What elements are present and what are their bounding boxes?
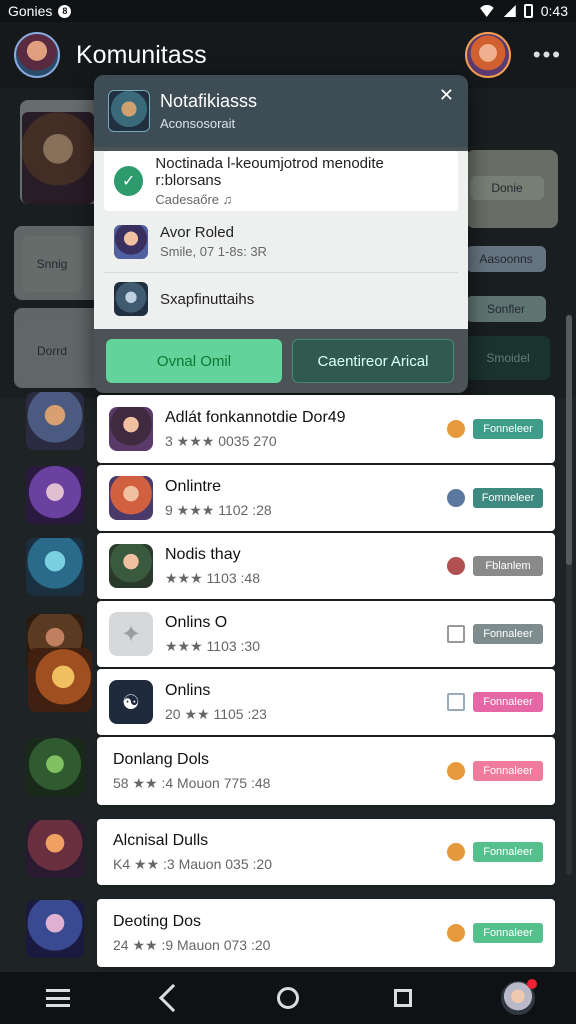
action-badge[interactable]: Fonneleer xyxy=(473,419,543,439)
item-name: Nodis thay xyxy=(165,545,241,563)
item-name: Adlát fonkannotdie Dor49 xyxy=(165,408,346,426)
list-item[interactable]: ✦ Onlins O ★★★ 1103 :30 Fonnaleer xyxy=(97,601,555,667)
list-item[interactable]: Adlát fonkannotdie Dor49 3 ★★★ 0035 270 … xyxy=(97,395,555,463)
community-avatar[interactable] xyxy=(464,32,511,78)
back-icon xyxy=(158,983,187,1013)
thumbnail[interactable] xyxy=(26,466,84,524)
list-item[interactable]: Deoting Dos 24 ★★ :9 Mauon 073 :20 Fonna… xyxy=(97,899,555,967)
item-meta: 9 ★★★ 1102 :28 xyxy=(165,501,272,518)
home-button[interactable] xyxy=(270,980,306,1016)
navigation-bar xyxy=(0,972,576,1024)
notification-header: Notafikiasss Aconsosorait ✕ xyxy=(94,75,468,147)
item-name: Alcnisal Dulls xyxy=(113,831,209,849)
menu-button[interactable] xyxy=(40,980,76,1016)
scrollbar[interactable] xyxy=(566,315,572,875)
list-item[interactable]: Donlang Dols 58 ★★ :4 Mouon 775 :48 Fonn… xyxy=(97,737,555,805)
page-title: Komunitass xyxy=(76,40,207,69)
status-icon xyxy=(447,924,465,942)
item-meta: 20 ★★ 1105 :23 xyxy=(165,705,267,722)
item-icon xyxy=(109,544,153,588)
notification-item-text: Sxapfinuttaihs xyxy=(160,290,255,308)
notification-actions: Ovnal Omil Caentireor Arical xyxy=(94,329,468,393)
notification-title: Notafikiasss xyxy=(160,91,258,111)
status-icon xyxy=(447,843,465,861)
thumbnail[interactable] xyxy=(26,392,84,450)
item-name: Onlins xyxy=(165,681,211,699)
notification-count-badge: 8 xyxy=(58,4,72,18)
list-item[interactable]: ☯ Onlins 20 ★★ 1105 :23 Fonnaleer xyxy=(97,669,555,735)
mail-icon xyxy=(447,625,465,643)
profile-button[interactable] xyxy=(500,979,538,1016)
user-avatar xyxy=(114,282,148,316)
thumbnail[interactable] xyxy=(26,820,84,878)
thumbnail[interactable] xyxy=(26,538,84,596)
recent-apps-button[interactable] xyxy=(385,980,421,1016)
primary-action-button[interactable]: Ovnal Omil xyxy=(106,339,282,383)
list-item[interactable]: Nodis thay ★★★ 1103 :48 Fblanlem xyxy=(97,533,555,599)
avatar xyxy=(501,979,538,1015)
thumbnail[interactable] xyxy=(26,900,84,958)
clock: 0:43 xyxy=(540,3,568,19)
notification-item[interactable]: ✓ Noctinada l-keoumjotrod menodite r:blo… xyxy=(104,151,458,211)
status-icon xyxy=(447,762,465,780)
item-name: Onlintre xyxy=(165,477,222,495)
thumbnail[interactable] xyxy=(26,738,84,796)
thumbnail[interactable] xyxy=(28,648,92,712)
recent-apps-icon xyxy=(394,989,413,1007)
notification-subtitle: Aconsosorait xyxy=(160,116,236,131)
status-icon xyxy=(447,557,465,575)
action-badge[interactable]: Fonnaleer xyxy=(473,624,543,644)
menu-icon xyxy=(45,989,70,1007)
wifi-icon xyxy=(477,5,496,17)
item-icon xyxy=(109,407,153,451)
action-badge[interactable]: Fomneleer xyxy=(473,488,543,508)
status-icon xyxy=(447,420,465,438)
battery-icon xyxy=(523,4,533,18)
action-badge[interactable]: Fonnaleer xyxy=(473,761,543,781)
item-icon: ✦ xyxy=(109,612,153,656)
list-item[interactable]: Onlintre 9 ★★★ 1102 :28 Fomneleer xyxy=(97,465,555,531)
notification-item-subtext: Cadesaőre ♫ xyxy=(155,192,233,207)
notification-item[interactable]: Avor Roled Smile, 07 1-8s: 3R xyxy=(104,211,458,273)
profile-avatar[interactable] xyxy=(14,32,60,78)
status-icon xyxy=(447,489,465,507)
item-name: Donlang Dols xyxy=(113,750,210,768)
item-meta: 58 ★★ :4 Mouon 775 :48 xyxy=(113,774,271,791)
notification-panel: Notafikiasss Aconsosorait ✕ ✓ Noctinada … xyxy=(94,75,468,393)
check-icon: ✓ xyxy=(114,166,144,196)
more-options-icon[interactable]: ••• xyxy=(533,42,562,68)
mail-icon xyxy=(447,693,465,711)
action-badge[interactable]: Fonnaleer xyxy=(473,692,543,712)
notification-item-text: Noctinada l-keoumjotrod menodite r:blors… xyxy=(155,155,384,189)
close-icon[interactable]: ✕ xyxy=(439,85,454,106)
secondary-action-button[interactable]: Caentireor Arical xyxy=(292,339,454,383)
notification-item-text: Avor Roled xyxy=(160,224,234,241)
item-meta: 3 ★★★ 0035 270 xyxy=(165,432,277,449)
home-icon xyxy=(276,987,299,1009)
item-name: Onlins O xyxy=(165,613,228,631)
notification-item-subtext: Smile, 07 1-8s: 3R xyxy=(160,244,267,259)
action-badge[interactable]: Fonnaleer xyxy=(473,842,543,862)
user-avatar xyxy=(114,224,148,259)
item-meta: ★★★ 1103 :30 xyxy=(165,637,260,654)
item-meta: 24 ★★ :9 Mauon 073 :20 xyxy=(113,936,271,953)
notification-list: ✓ Noctinada l-keoumjotrod menodite r:blo… xyxy=(94,151,468,329)
back-button[interactable] xyxy=(155,980,191,1016)
action-badge[interactable]: Fblanlem xyxy=(473,556,543,576)
app-thumbnail xyxy=(108,90,150,132)
action-badge[interactable]: Fonnaleer xyxy=(473,923,543,943)
item-name: Deoting Dos xyxy=(113,912,202,930)
item-meta: ★★★ 1103 :48 xyxy=(165,569,260,586)
item-icon xyxy=(109,476,153,520)
carrier-label: Gonies xyxy=(8,3,53,19)
scrollbar-thumb[interactable] xyxy=(566,315,572,565)
item-icon: ☯ xyxy=(109,680,153,724)
signal-icon xyxy=(503,5,516,17)
list-item[interactable]: Alcnisal Dulls K4 ★★ :3 Mauon 035 :20 Fo… xyxy=(97,819,555,885)
notification-item[interactable]: Sxapfinuttaihs xyxy=(104,273,458,325)
item-meta: K4 ★★ :3 Mauon 035 :20 xyxy=(113,855,272,872)
alert-dot-icon xyxy=(527,979,538,989)
status-bar: Gonies 8 0:43 xyxy=(0,0,576,22)
